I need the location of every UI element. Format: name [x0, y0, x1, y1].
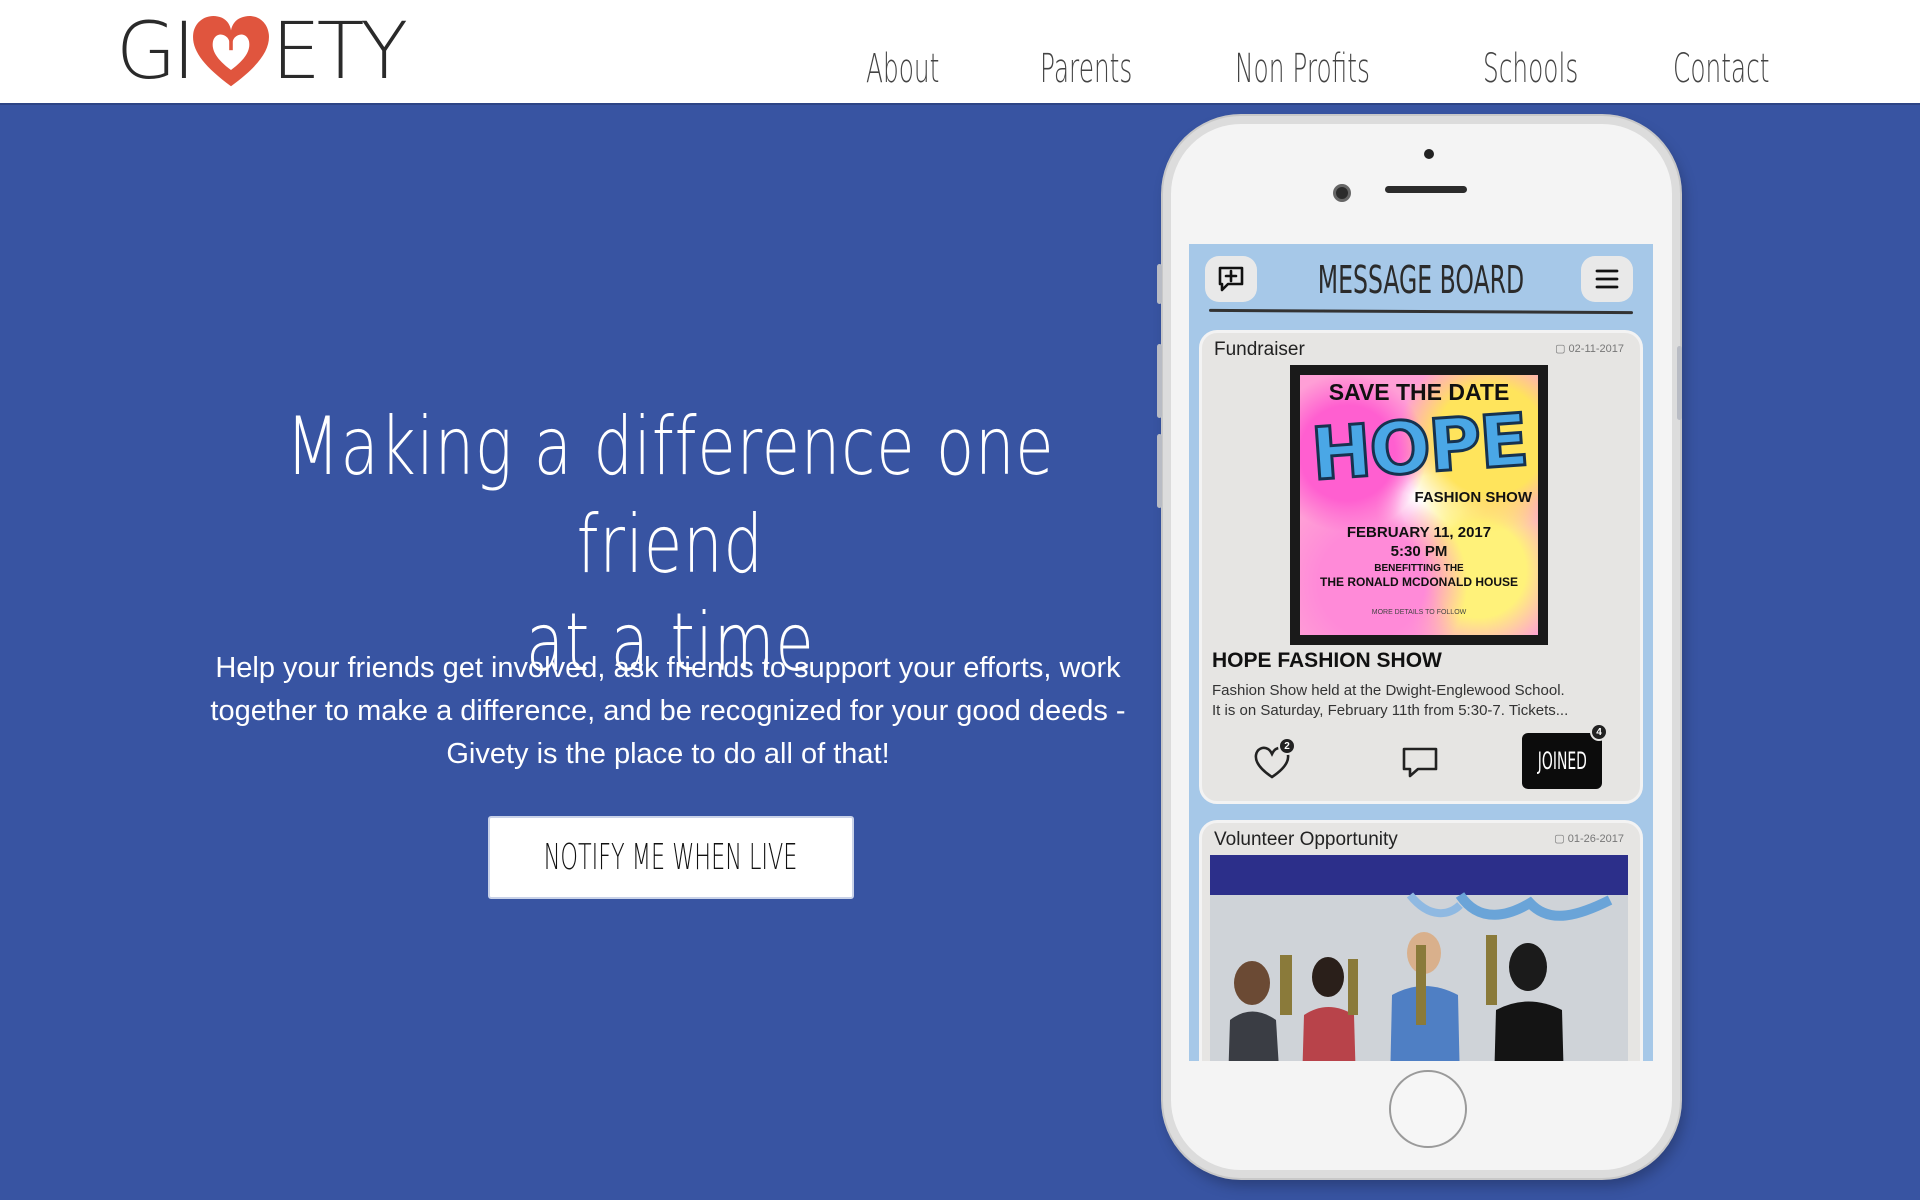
- phone-camera: [1333, 184, 1351, 202]
- post-category: Fundraiser: [1214, 339, 1305, 360]
- poster-time: 5:30 PM: [1390, 543, 1448, 560]
- volunteer-photo[interactable]: [1210, 855, 1628, 1061]
- phone-power-button: [1677, 346, 1682, 420]
- calendar-icon: ▢: [1554, 833, 1565, 845]
- nav-parents[interactable]: Parents: [1040, 46, 1132, 92]
- poster-date: FEBRUARY 11, 2017: [1346, 524, 1492, 541]
- post-description-line-1: Fashion Show held at the Dwight-Englewoo…: [1212, 682, 1565, 699]
- menu-icon: [1595, 269, 1619, 289]
- app-menu-button[interactable]: [1581, 256, 1633, 302]
- poster-benefitting: BENEFITTING THE: [1374, 563, 1464, 574]
- phone-volume-up: [1157, 344, 1162, 418]
- phone-screen: MESSAGE BOARD Fundraiser ▢ 02-11-2017 SA…: [1189, 244, 1653, 1061]
- post-card-fundraiser[interactable]: Fundraiser ▢ 02-11-2017 SAVE THE DATE HO…: [1199, 330, 1643, 804]
- logo-text-right: ETY: [271, 7, 408, 97]
- app-header: MESSAGE BOARD: [1189, 244, 1653, 320]
- calendar-icon: ▢: [1555, 343, 1566, 355]
- poster-artwork: SAVE THE DATE HOPE FASHION SHOW FEBRUARY…: [1300, 375, 1538, 635]
- nav-contact[interactable]: Contact: [1673, 46, 1769, 92]
- phone-speaker: [1385, 186, 1467, 193]
- post-description-line-2: It is on Saturday, February 11th from 5:…: [1212, 702, 1569, 719]
- post-category: Volunteer Opportunity: [1214, 829, 1398, 850]
- poster-beneficiary: THE RONALD MCDONALD HOUSE: [1320, 575, 1518, 589]
- nav-non-profits[interactable]: Non Profits: [1235, 46, 1370, 92]
- notify-me-button[interactable]: NOTIFY ME WHEN LIVE: [488, 816, 854, 899]
- event-poster[interactable]: SAVE THE DATE HOPE FASHION SHOW FEBRUARY…: [1290, 365, 1548, 645]
- hero-description-line-1: Help your friends get involved, ask frie…: [215, 652, 1121, 684]
- header-divider: [1208, 308, 1634, 315]
- hero-description-line-2: together to make a difference, and be re…: [210, 695, 1126, 727]
- logo-text-left: GI: [116, 7, 195, 97]
- post-date: ▢ 01-26-2017: [1554, 832, 1624, 845]
- hero-description-line-3: Givety is the place to do all of that!: [446, 738, 890, 770]
- notify-me-label: NOTIFY ME WHEN LIVE: [544, 837, 798, 878]
- phone-sensor: [1424, 149, 1434, 159]
- joined-count-badge: 4: [1590, 723, 1608, 741]
- givety-logo[interactable]: GI ETY: [116, 4, 408, 100]
- poster-fashion-show: FASHION SHOW: [1414, 489, 1532, 506]
- post-description: Fashion Show held at the Dwight-Englewoo…: [1212, 681, 1632, 721]
- comment-icon: [1402, 747, 1438, 778]
- like-count-badge: 2: [1278, 737, 1296, 755]
- nav-schools[interactable]: Schools: [1483, 46, 1578, 92]
- like-button[interactable]: 2: [1252, 737, 1296, 783]
- poster-date-block: FEBRUARY 11, 2017 5:30 PM: [1300, 523, 1538, 561]
- phone-home-button[interactable]: [1389, 1070, 1467, 1148]
- phone-mockup: MESSAGE BOARD Fundraiser ▢ 02-11-2017 SA…: [1157, 116, 1682, 1178]
- nav-about[interactable]: About: [866, 46, 939, 92]
- comment-button[interactable]: [1400, 745, 1440, 783]
- site-header: GI ETY About Parents Non Profits Schools…: [0, 0, 1920, 105]
- post-date-text: 01-26-2017: [1567, 833, 1624, 845]
- group-photo-image: [1210, 855, 1628, 1061]
- hero-title-line-1: Making a difference one friend: [285, 400, 1055, 591]
- post-date-text: 02-11-2017: [1568, 343, 1624, 355]
- add-message-icon: [1218, 266, 1244, 292]
- poster-more-details: MORE DETAILS TO FOLLOW: [1371, 609, 1467, 616]
- heart-logo-icon: [193, 16, 270, 87]
- new-post-button[interactable]: [1205, 256, 1257, 302]
- joined-label: JOINED: [1537, 747, 1587, 775]
- poster-hope: HOPE: [1307, 396, 1531, 498]
- phone-side-button: [1157, 264, 1162, 304]
- app-title: MESSAGE BOARD: [1317, 258, 1525, 302]
- post-title: HOPE FASHION SHOW: [1212, 649, 1442, 672]
- post-date: ▢ 02-11-2017: [1555, 342, 1624, 355]
- joined-button[interactable]: JOINED 4: [1522, 723, 1608, 789]
- hero-description: Help your friends get involved, ask frie…: [208, 647, 1128, 776]
- phone-volume-down: [1157, 434, 1162, 508]
- post-card-volunteer[interactable]: Volunteer Opportunity ▢ 01-26-2017: [1199, 820, 1643, 1061]
